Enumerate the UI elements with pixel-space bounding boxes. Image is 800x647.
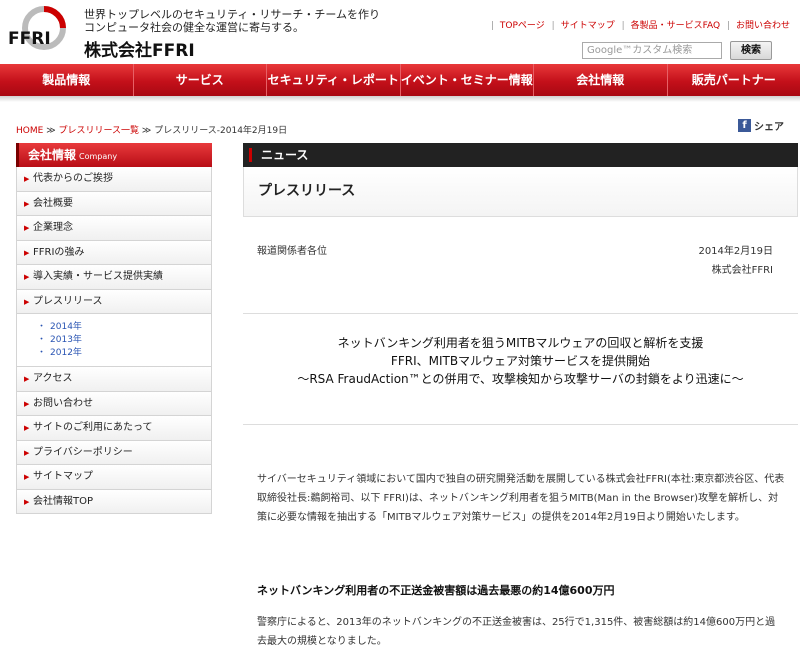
arrow-right-icon: ▶ bbox=[24, 473, 30, 481]
breadcrumb-current: プレスリリース-2014年2月19日 bbox=[154, 126, 288, 136]
nav-events[interactable]: イベント・セミナー情報 bbox=[401, 64, 534, 96]
top-link-top[interactable]: TOPページ bbox=[500, 21, 545, 31]
arrow-right-icon: ▶ bbox=[24, 375, 30, 383]
news-heading: ニュース bbox=[243, 143, 798, 167]
sidebar-item-greeting[interactable]: ▶ 代表からのご挨拶 bbox=[16, 167, 212, 192]
sidebar: 会社情報 Company ▶ 代表からのご挨拶 ▶ 会社概要 ▶ 企業理念 ▶ FFRIの… bbox=[16, 143, 212, 514]
breadcrumb-home[interactable]: HOME bbox=[16, 126, 43, 136]
breadcrumb-sep: ≫ bbox=[46, 126, 56, 136]
sidebar-item-privacy[interactable]: ▶ プライバシーポリシー bbox=[16, 440, 212, 465]
arrow-right-icon: ▶ bbox=[24, 199, 30, 208]
main-content: ニュース プレスリリース 報道関係者各位 2014年2月19日 株式会社FFRI… bbox=[243, 143, 798, 647]
breadcrumb-press-list[interactable]: プレスリリース一覧 bbox=[58, 126, 139, 136]
headline-line2: FFRI、MITBマルウェア対策サービスを提供開始 bbox=[390, 354, 651, 368]
sidebar-item-press-release[interactable]: ▶ プレスリリース bbox=[16, 289, 212, 314]
arrow-right-icon: ▶ bbox=[24, 424, 30, 432]
nav-shadow bbox=[0, 96, 800, 102]
headline-box: ネットバンキング利用者を狙うMITBマルウェアの回収と解析を支援 FFRI、MI… bbox=[243, 313, 798, 425]
sub-heading: ネットバンキング利用者の不正送金被害額は過去最悪の約14億600万円 bbox=[257, 584, 615, 597]
sidebar-item-contact[interactable]: ▶ お問い合わせ bbox=[16, 391, 212, 416]
arrow-right-icon: ▶ bbox=[24, 448, 30, 457]
arrow-right-icon: ▶ bbox=[24, 297, 30, 306]
company-name: 株式会社FFRI bbox=[84, 41, 195, 61]
sidebar-year-2012[interactable]: ・ 2012年 bbox=[37, 347, 211, 360]
nav-company[interactable]: 会社情報 bbox=[534, 64, 668, 96]
top-links: | TOPページ | サイトマップ | 各製品・サービスFAQ | お問い合わせ bbox=[490, 21, 790, 31]
tagline: 世界トップレベルのセキュリティ・リサーチ・チームを作り コンピュータ社会の健全な… bbox=[84, 8, 381, 34]
sidebar-item-company-top[interactable]: ▶ 会社情報TOP bbox=[16, 489, 212, 514]
sidebar-year-2014[interactable]: ・ 2014年 bbox=[37, 321, 211, 334]
arrow-right-icon: ▶ bbox=[24, 497, 30, 506]
body-paragraph-1: サイバーセキュリティ領域において国内で独自の研究開発活動を展開している株式会社F… bbox=[257, 474, 785, 523]
sidebar-heading: 会社情報 Company bbox=[16, 143, 212, 167]
arrow-right-icon: ▶ bbox=[24, 175, 30, 183]
facebook-share-button[interactable]: f シェア bbox=[738, 118, 784, 133]
sidebar-item-sitemap[interactable]: ▶ サイトマップ bbox=[16, 465, 212, 490]
sidebar-item-terms[interactable]: ▶ サイトのご利用にあたって bbox=[16, 416, 212, 441]
facebook-icon: f bbox=[738, 119, 751, 132]
arrow-right-icon: ▶ bbox=[24, 224, 30, 232]
addressee: 報道関係者各位 bbox=[257, 246, 327, 257]
arrow-right-icon: ▶ bbox=[24, 399, 30, 408]
body-paragraph-2: 警察庁によると、2013年のネットバンキングの不正送金被害は、25行で1,315… bbox=[257, 617, 776, 647]
nav-products[interactable]: 製品情報 bbox=[0, 64, 134, 96]
nav-partners[interactable]: 販売パートナー bbox=[668, 64, 800, 96]
svg-text:FFRI: FFRI bbox=[8, 29, 51, 49]
sidebar-year-2013[interactable]: ・ 2013年 bbox=[37, 334, 211, 347]
search-button[interactable]: 検索 bbox=[730, 41, 772, 60]
arrow-right-icon: ▶ bbox=[24, 273, 30, 281]
top-link-sitemap[interactable]: サイトマップ bbox=[561, 21, 615, 31]
headline-line3: ～RSA FraudAction™との併用で、攻撃検知から攻撃サーバの封鎖をより… bbox=[297, 372, 744, 386]
headline-line1: ネットバンキング利用者を狙うMITBマルウェアの回収と解析を支援 bbox=[337, 336, 704, 350]
share-label: シェア bbox=[754, 122, 784, 133]
top-link-contact[interactable]: お問い合わせ bbox=[736, 21, 790, 31]
breadcrumb-sep: ≫ bbox=[141, 126, 152, 136]
arrow-right-icon: ▶ bbox=[24, 248, 30, 257]
search-input[interactable]: Google™カスタム検索 bbox=[582, 42, 722, 59]
sidebar-item-philosophy[interactable]: ▶ 企業理念 bbox=[16, 216, 212, 241]
top-link-faq[interactable]: 各製品・サービスFAQ bbox=[631, 21, 720, 31]
sidebar-item-access[interactable]: ▶ アクセス bbox=[16, 367, 212, 392]
nav-security-report[interactable]: セキュリティ・レポート bbox=[267, 64, 401, 96]
page-title: プレスリリース bbox=[243, 167, 798, 217]
sidebar-item-track-record[interactable]: ▶ 導入実績・サービス提供実績 bbox=[16, 265, 212, 290]
ffri-logo[interactable]: FFRI bbox=[6, 6, 68, 58]
sidebar-item-strengths[interactable]: ▶ FFRIの強み bbox=[16, 240, 212, 265]
signature: 株式会社FFRI bbox=[711, 265, 773, 276]
nav-services[interactable]: サービス bbox=[134, 64, 267, 96]
breadcrumb: HOME ≫ プレスリリース一覧 ≫ プレスリリース-2014年2月19日 bbox=[16, 123, 287, 136]
site-header: FFRI 世界トップレベルのセキュリティ・リサーチ・チームを作り コンピュータ社… bbox=[0, 0, 800, 64]
main-nav: 製品情報 サービス セキュリティ・レポート イベント・セミナー情報 会社情報 販… bbox=[0, 64, 800, 96]
sidebar-item-overview[interactable]: ▶ 会社概要 bbox=[16, 191, 212, 216]
sidebar-year-list: ・ 2014年 ・ 2013年 ・ 2012年 bbox=[16, 314, 212, 367]
release-date: 2014年2月19日 bbox=[698, 246, 773, 257]
